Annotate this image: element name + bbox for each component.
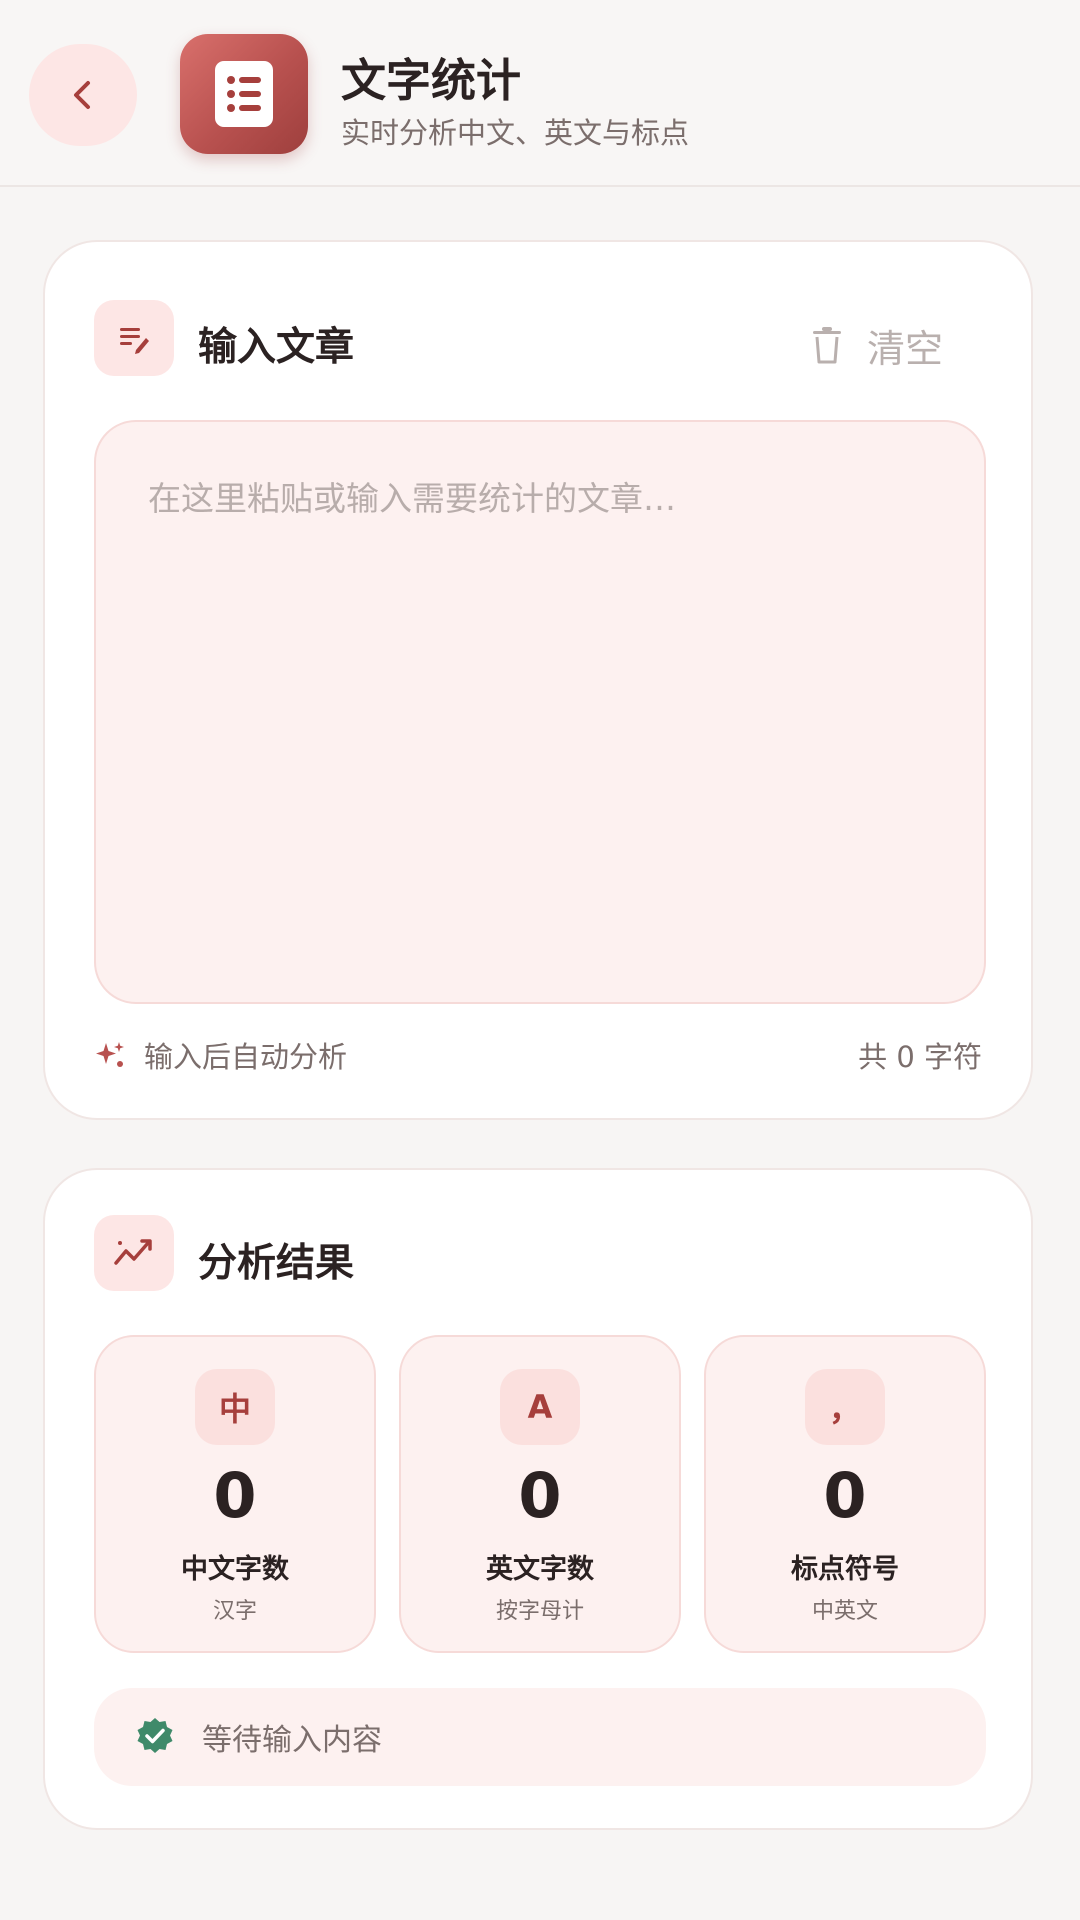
- input-card: 输入文章 清空 输入后自动分析 共 0 字符: [43, 240, 1033, 1120]
- status-bar: 等待输入内容: [94, 1688, 986, 1786]
- stat-sub: 汉字: [212, 1599, 257, 1624]
- trash-icon: [812, 326, 841, 363]
- text-edit-icon: [94, 300, 174, 376]
- stat-sub: 中英文: [811, 1599, 878, 1624]
- stat-label: 中文字数: [181, 1554, 289, 1585]
- result-card: 分析结果 中 0 中文字数 汉字 A 0 英文字数 按字母计 ， 0 标点符号 …: [43, 1168, 1033, 1830]
- stat-english-count: A 0 英文字数 按字母计: [399, 1335, 681, 1653]
- auto-analyze-hint: 输入后自动分析: [94, 1034, 347, 1076]
- clear-button[interactable]: 清空: [811, 318, 943, 373]
- trend-chart-icon: [94, 1215, 174, 1291]
- stat-label: 英文字数: [486, 1554, 594, 1585]
- document-list-icon: [215, 61, 273, 127]
- character-count: 共 0 字符: [858, 1040, 982, 1074]
- stat-value: 0: [213, 1459, 257, 1532]
- comma-icon: ，: [805, 1369, 885, 1445]
- back-button[interactable]: [29, 44, 137, 146]
- status-text: 等待输入内容: [202, 1723, 382, 1758]
- hint-text: 输入后自动分析: [144, 1040, 348, 1074]
- verified-check-icon: [137, 1718, 173, 1753]
- stat-label: 标点符号: [791, 1554, 899, 1585]
- chinese-char-icon: 中: [195, 1369, 275, 1445]
- stat-value: 0: [518, 1459, 562, 1532]
- page-title: 文字统计: [341, 54, 522, 107]
- article-input[interactable]: [94, 420, 986, 1004]
- stat-sub: 按字母计: [495, 1599, 584, 1624]
- input-section-title: 输入文章: [198, 325, 355, 370]
- clear-button-label: 清空: [866, 327, 943, 371]
- sparkle-icon: [96, 1042, 124, 1067]
- stat-punctuation-count: ， 0 标点符号 中英文: [704, 1335, 986, 1653]
- app-logo: [180, 34, 308, 154]
- stat-chinese-count: 中 0 中文字数 汉字: [94, 1335, 376, 1653]
- letter-icon: A: [500, 1369, 580, 1445]
- app-header: 文字统计 实时分析中文、英文与标点: [0, 0, 1080, 187]
- page-subtitle: 实时分析中文、英文与标点: [341, 116, 690, 150]
- result-section-title: 分析结果: [198, 1241, 355, 1286]
- stat-value: 0: [823, 1459, 867, 1532]
- chevron-left-icon: [74, 81, 90, 109]
